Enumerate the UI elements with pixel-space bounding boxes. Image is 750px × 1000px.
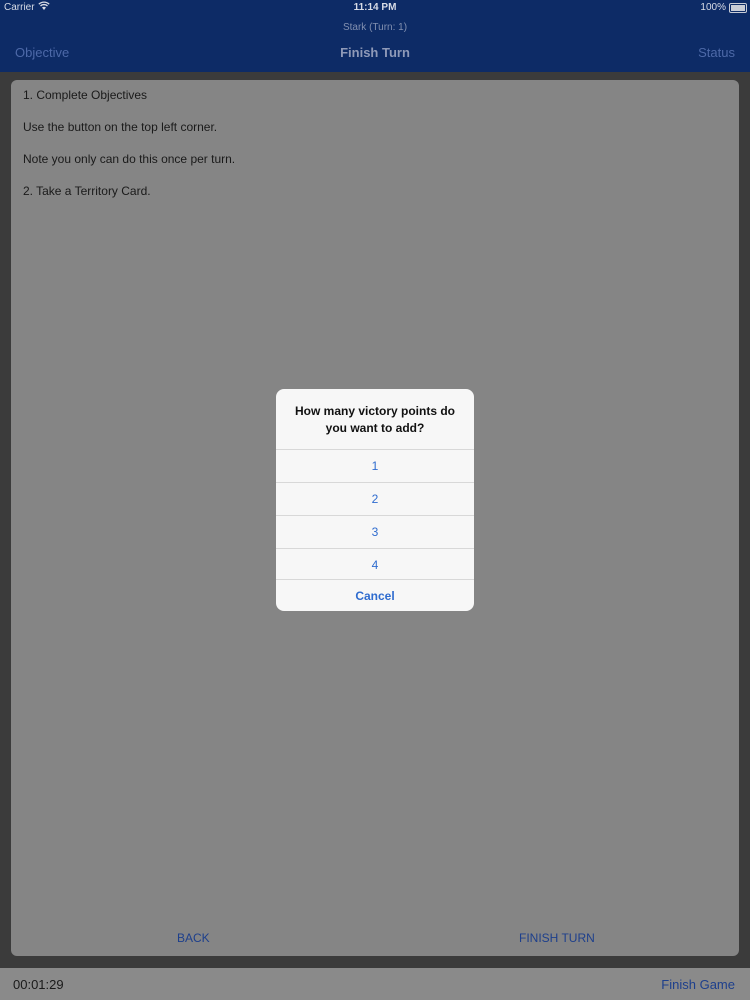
victory-points-alert: How many victory points do you want to a…: [276, 389, 474, 611]
finish-turn-button[interactable]: FINISH TURN: [519, 931, 595, 945]
option-1-button[interactable]: 1: [276, 449, 474, 482]
alert-title: How many victory points do you want to a…: [294, 404, 456, 435]
option-3-button[interactable]: 3: [276, 515, 474, 548]
nav-subtitle: Stark (Turn: 1): [342, 22, 408, 33]
option-2-button[interactable]: 2: [276, 482, 474, 515]
instruction-line: Note you only can do this once per turn.: [23, 152, 236, 166]
objective-button[interactable]: Objective: [15, 45, 69, 60]
nav-title: Finish Turn: [340, 45, 410, 60]
cancel-button[interactable]: Cancel: [276, 579, 474, 611]
finish-game-button[interactable]: Finish Game: [661, 977, 735, 992]
instruction-line: 2. Take a Territory Card.: [23, 184, 151, 198]
instruction-line: Use the button on the top left corner.: [23, 120, 218, 134]
battery-icon: [729, 3, 747, 13]
clock: 11:14 PM: [353, 2, 397, 13]
back-button[interactable]: BACK: [177, 931, 210, 945]
status-button[interactable]: Status: [698, 45, 735, 60]
navigation-bar: Stark (Turn: 1) Finish Turn Objective St…: [0, 16, 750, 72]
battery-percentage: 100%: [700, 2, 726, 13]
instruction-line: 1. Complete Objectives: [23, 88, 148, 102]
option-4-button[interactable]: 4: [276, 548, 474, 581]
status-bar: Carrier 11:14 PM 100%: [0, 0, 750, 16]
game-timer: 00:01:29: [13, 977, 64, 992]
footer-bar: 00:01:29 Finish Game: [0, 968, 750, 1000]
